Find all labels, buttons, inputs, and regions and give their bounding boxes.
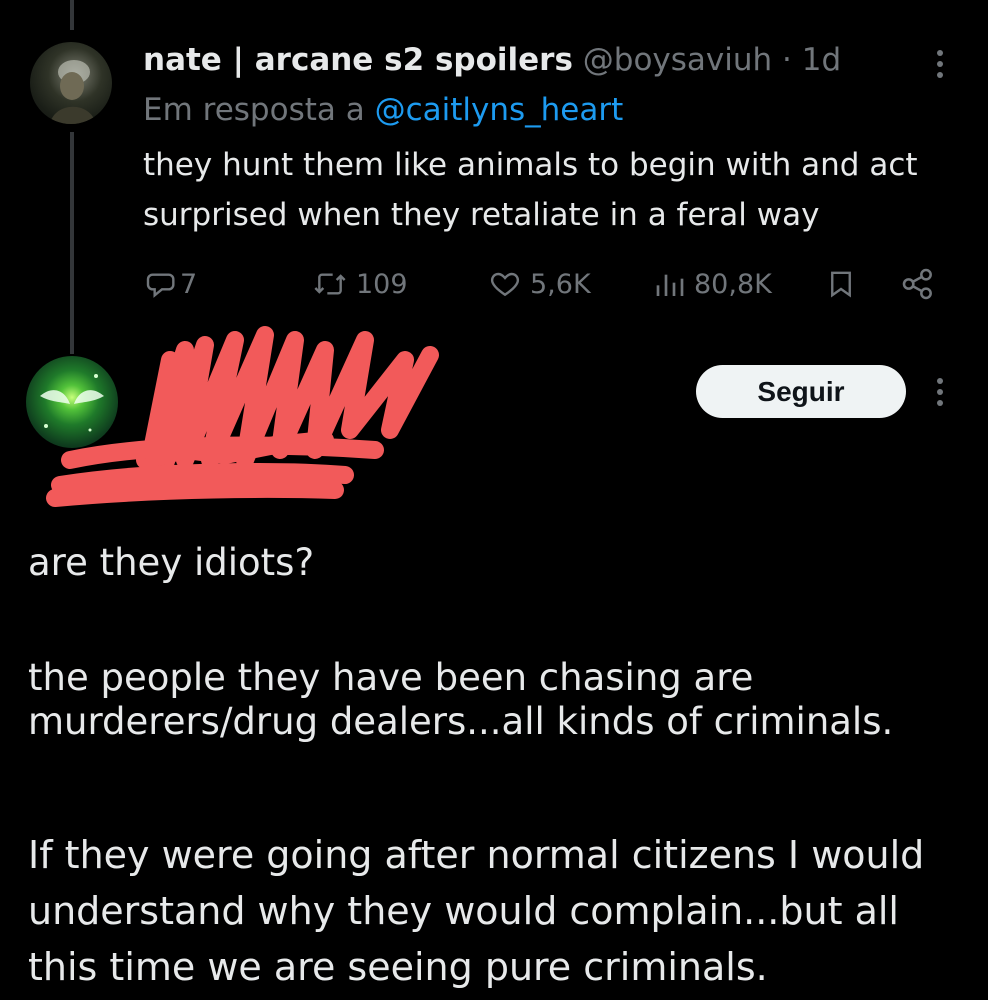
views-count: 80,8K <box>694 268 772 300</box>
reply-button[interactable]: 7 <box>146 262 197 306</box>
tweet-text: they hunt them like animals to begin wit… <box>143 147 918 233</box>
timestamp[interactable]: 1d <box>802 42 841 78</box>
more-options-icon[interactable] <box>930 372 950 412</box>
user-handle[interactable]: @boysaviuh <box>583 42 772 78</box>
more-options-icon[interactable] <box>930 44 950 84</box>
user-avatar[interactable] <box>30 42 112 124</box>
reply-mention-link[interactable]: @caitlyns_heart <box>375 92 624 128</box>
tweet-header: nate | arcane s2 spoilers @boysaviuh · 1… <box>143 38 841 82</box>
like-button[interactable]: 5,6K <box>488 262 591 306</box>
handle-text: @boysaviuh <box>582 42 773 78</box>
reply-icon <box>146 273 175 298</box>
tweet-body-paragraph: are they idiots? <box>28 541 315 584</box>
views-icon <box>656 274 684 296</box>
like-icon <box>490 272 520 297</box>
tweet-body-paragraph: the people they have been chasing are mu… <box>28 656 894 743</box>
thread-connector-line <box>70 0 74 30</box>
bookmark-button[interactable] <box>826 262 856 306</box>
share-icon <box>902 268 932 300</box>
share-button[interactable] <box>900 262 936 306</box>
tweet-body-paragraph: If they were going after normal citizens… <box>28 833 925 989</box>
like-count: 5,6K <box>530 268 591 300</box>
separator: · <box>772 42 802 78</box>
redaction-scribble <box>46 326 439 507</box>
views-button[interactable]: 80,8K <box>654 262 772 306</box>
follow-button[interactable]: Seguir <box>696 365 906 418</box>
reply-context: Em resposta a @caitlyns_heart <box>143 88 623 132</box>
display-name[interactable]: nate | arcane s2 spoilers <box>143 42 573 78</box>
reply-prefix: Em resposta a <box>143 92 375 128</box>
bookmark-icon <box>831 271 851 298</box>
repost-icon <box>314 273 346 295</box>
repost-count: 109 <box>356 268 408 300</box>
repost-button[interactable]: 109 <box>312 262 408 306</box>
reply-count: 7 <box>180 268 198 300</box>
